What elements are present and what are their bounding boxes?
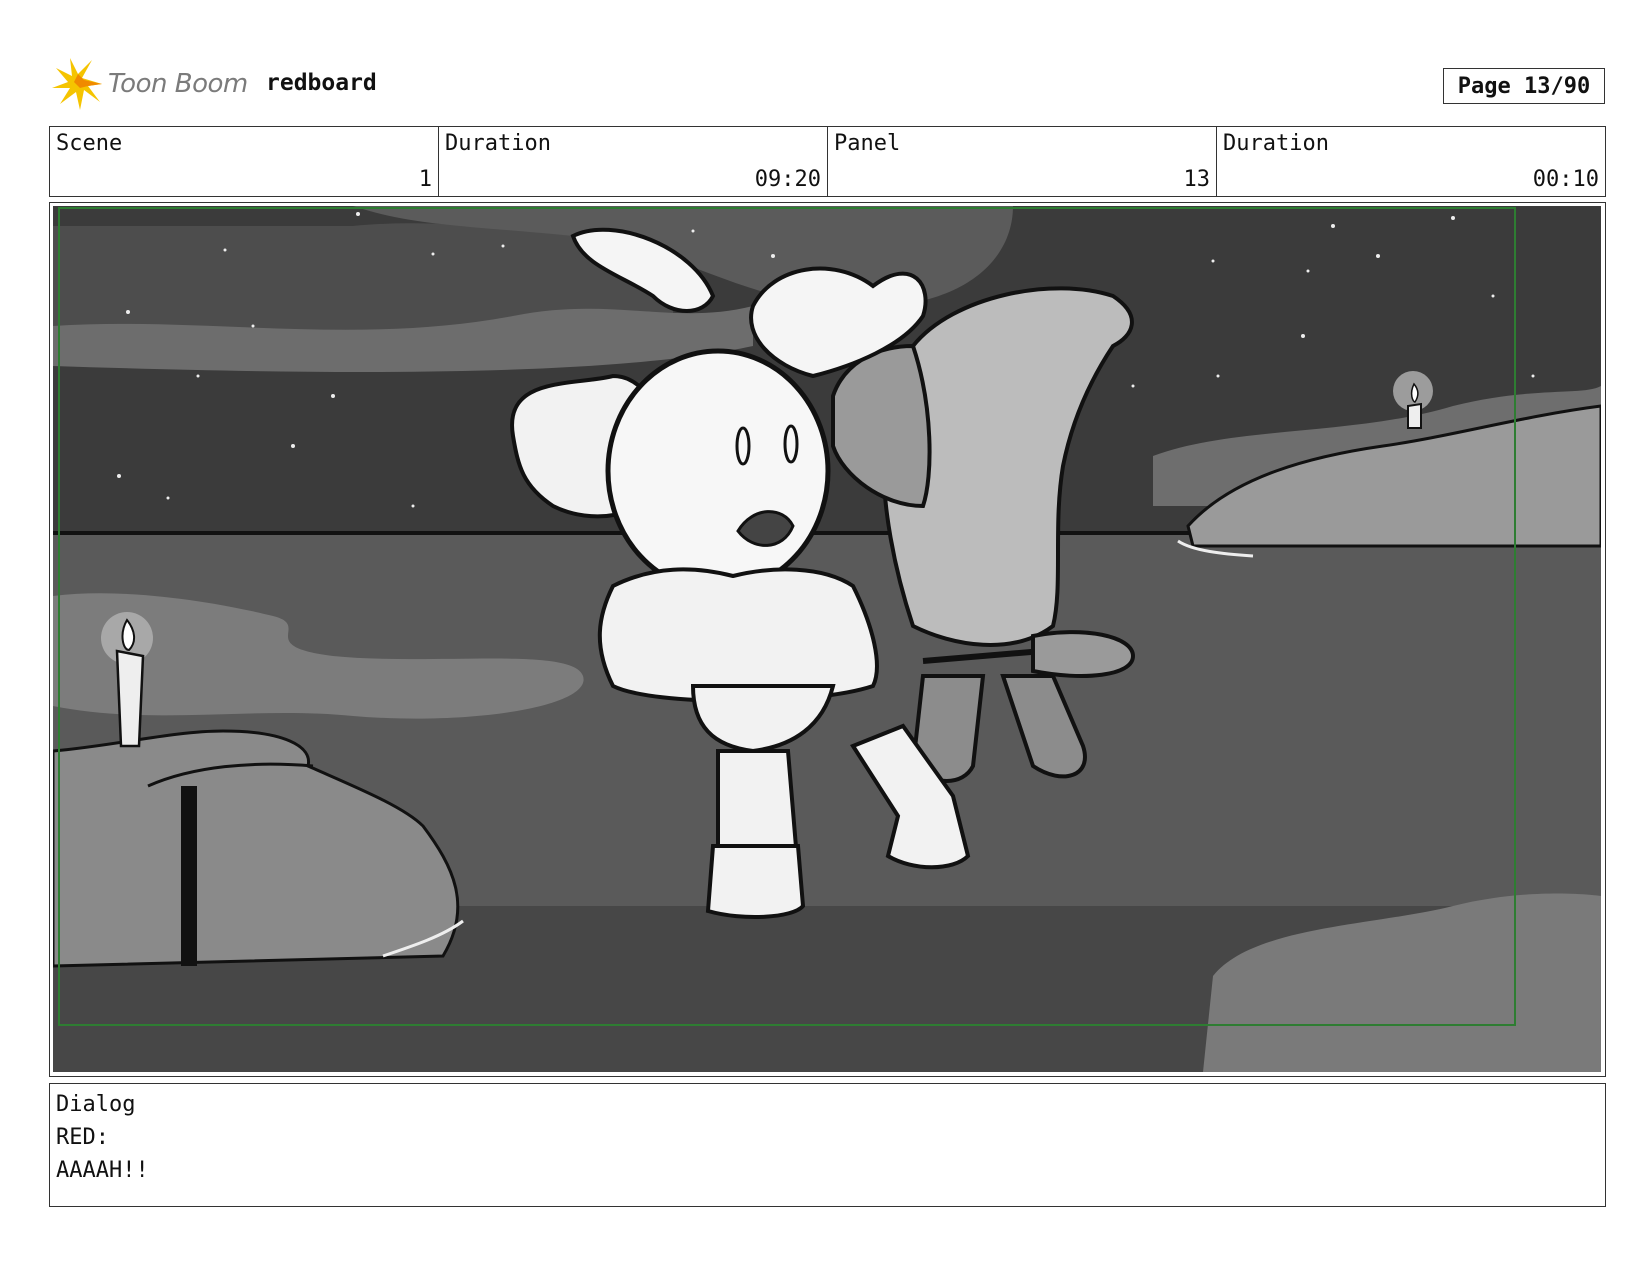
scene-duration-label: Duration (445, 131, 551, 156)
panel-value: 13 (1183, 167, 1211, 192)
storyboard-panel (49, 202, 1606, 1077)
starburst-icon (52, 58, 102, 110)
scene-value: 1 (418, 167, 432, 192)
dialog-speaker: RED: (56, 1125, 109, 1150)
logo-text: Toon Boom (108, 69, 248, 99)
toon-boom-logo: Toon Boom (52, 58, 248, 110)
page-number: Page 13/90 (1443, 68, 1605, 104)
panel-illustration (53, 206, 1601, 1072)
project-name: redboard (266, 70, 377, 96)
panel-duration-cell: Duration 00:10 (1217, 127, 1605, 196)
panel-cell: Panel 13 (828, 127, 1217, 196)
scene-duration-value: 09:20 (754, 167, 821, 192)
dialog-label: Dialog (56, 1092, 136, 1117)
panel-label: Panel (834, 131, 901, 156)
dialog-box: Dialog RED: AAAAH!! (49, 1083, 1606, 1207)
scene-cell: Scene 1 (50, 127, 439, 196)
scene-duration-cell: Duration 09:20 (439, 127, 828, 196)
info-bar: Scene 1 Duration 09:20 Panel 13 Duration… (49, 126, 1606, 197)
scene-label: Scene (56, 131, 123, 156)
panel-duration-label: Duration (1223, 131, 1329, 156)
panel-duration-value: 00:10 (1532, 167, 1599, 192)
dialog-line: AAAAH!! (56, 1158, 149, 1183)
